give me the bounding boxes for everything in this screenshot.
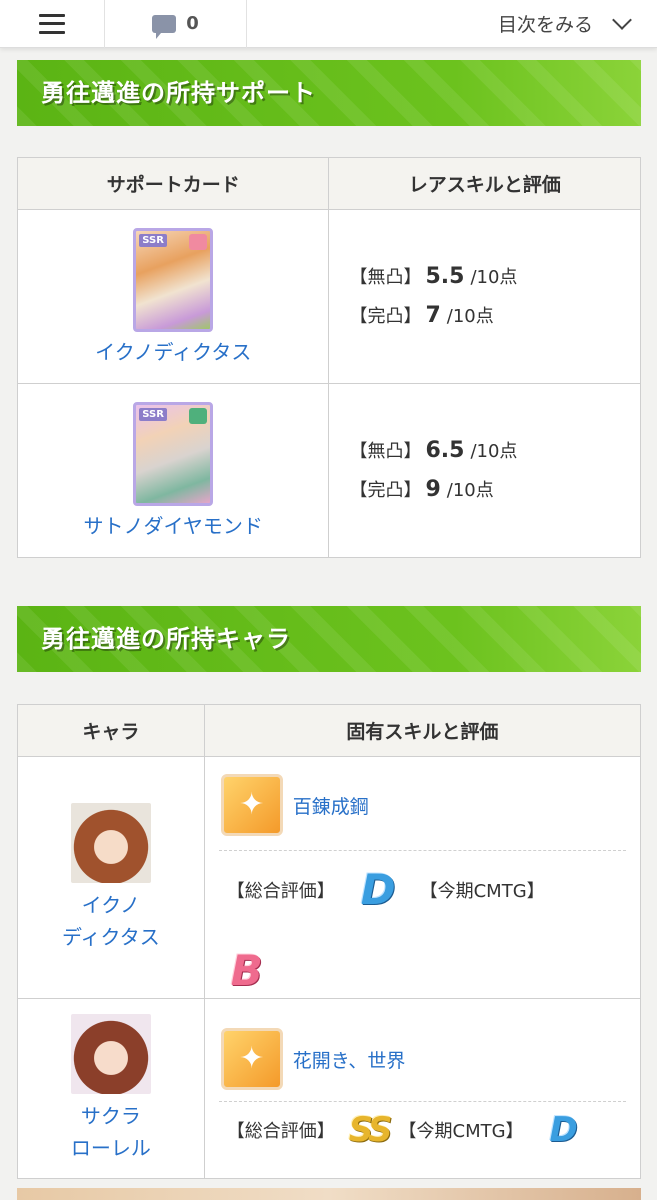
table-row: SSR イクノディクタス 【無凸】 5.5/10点 【完凸】 7/10点 <box>16 209 641 384</box>
rating-unit: /10点 <box>446 305 494 327</box>
rating-value: 7 <box>425 302 441 328</box>
chara-name-line2: ディクタス <box>61 924 160 949</box>
overall-label: 【総合評価】 <box>226 880 335 902</box>
chara-link[interactable]: サクラ ローレル <box>18 1100 204 1164</box>
chara-portrait[interactable] <box>70 1013 151 1094</box>
chara-cell: イクノ ディクタス <box>17 756 205 999</box>
support-rating-cell: 【無凸】 6.5/10点 【完凸】 9/10点 <box>328 383 641 558</box>
rating-label: 【無凸】 <box>349 440 422 462</box>
rating-unit: /10点 <box>470 266 518 288</box>
support-card-image[interactable]: SSR <box>133 228 214 332</box>
rating-label: 【完凸】 <box>349 479 422 501</box>
chevron-down-icon <box>612 9 632 30</box>
rating-line-maxed: 【完凸】 9/10点 <box>349 471 640 510</box>
support-rating-cell: 【無凸】 5.5/10点 【完凸】 7/10点 <box>328 209 641 384</box>
chara-cell: サクラ ローレル <box>17 998 205 1179</box>
comment-bubble-icon <box>152 14 177 39</box>
grade-b-badge: B <box>230 946 263 995</box>
skill-link[interactable]: 百錬成鋼 <box>293 792 369 819</box>
chara-header-name: キャラ <box>17 704 205 757</box>
evaluation-row: 【総合評価】 SS 【今期CMTG】 D <box>205 1102 640 1160</box>
toc-label: 目次をみる <box>497 14 593 36</box>
top-bar: 0 目次をみる <box>0 0 657 48</box>
rating-unit: /10点 <box>446 479 494 501</box>
skill-icon <box>220 774 283 836</box>
chara-name-line2: ローレル <box>70 1135 151 1160</box>
skill-cell: 百錬成鋼 【総合評価】 D 【今期CMTG】 B <box>203 756 642 999</box>
support-table: サポートカード レアスキルと評価 SSR イクノディクタス 【無凸】 5.5/10… <box>16 157 641 558</box>
rating-value: 6.5 <box>425 437 465 463</box>
grade-ss-badge: SS <box>348 1110 393 1150</box>
chara-header-skill: 固有スキルと評価 <box>203 704 642 757</box>
chara-section-banner: 勇往邁進の所持キャラ <box>17 606 641 672</box>
next-section-image-edge <box>17 1188 641 1200</box>
overall-label: 【総合評価】 <box>226 1121 335 1142</box>
rating-value: 9 <box>425 476 441 502</box>
support-card-cell: SSR イクノディクタス <box>16 209 330 384</box>
comments-button[interactable]: 0 <box>105 0 247 48</box>
chara-name-line1: イクノ <box>81 892 141 917</box>
comment-count: 0 <box>186 13 199 34</box>
skill-row: 百錬成鋼 <box>205 760 640 850</box>
rating-line-uncapped: 【無凸】 5.5/10点 <box>349 258 640 297</box>
ssr-badge: SSR <box>139 234 167 247</box>
table-row: イクノ ディクタス 百錬成鋼 【総合評価】 D 【今期CMTG】 B <box>17 756 642 999</box>
heart-type-icon <box>189 234 208 250</box>
chara-name-line1: サクラ <box>80 1103 141 1128</box>
grade-d-badge: D <box>549 1110 578 1150</box>
support-section-banner: 勇往邁進の所持サポート <box>17 60 641 126</box>
support-header-card: サポートカード <box>16 157 330 210</box>
cmtg-label: 【今期CMTG】 <box>398 1121 524 1142</box>
cap-type-icon <box>189 408 208 424</box>
rating-unit: /10点 <box>470 440 518 462</box>
rating-label: 【完凸】 <box>349 305 422 327</box>
skill-icon <box>220 1028 283 1090</box>
hamburger-icon <box>39 13 65 34</box>
grade-d-badge: D <box>360 865 396 914</box>
table-row: サクラ ローレル 花開き、世界 【総合評価】 SS 【今期CMTG】 D <box>17 998 642 1179</box>
table-of-contents-button[interactable]: 目次をみる <box>247 0 657 48</box>
skill-cell: 花開き、世界 【総合評価】 SS 【今期CMTG】 D <box>203 998 642 1179</box>
chara-link[interactable]: イクノ ディクタス <box>18 889 204 953</box>
chara-table: キャラ 固有スキルと評価 イクノ ディクタス 百錬成鋼 【総合評価】 D 【今期… <box>17 704 642 1179</box>
table-row: SSR サトノダイヤモンド 【無凸】 6.5/10点 【完凸】 9/10点 <box>16 383 641 558</box>
support-card-link[interactable]: サトノダイヤモンド <box>84 514 263 538</box>
cmtg-label: 【今期CMTG】 <box>419 880 545 902</box>
chara-section-title: 勇往邁進の所持キャラ <box>41 625 291 653</box>
menu-button[interactable] <box>0 0 105 48</box>
evaluation-row: 【総合評価】 D 【今期CMTG】 B <box>205 851 640 995</box>
rating-line-uncapped: 【無凸】 6.5/10点 <box>349 432 640 471</box>
rating-line-maxed: 【完凸】 7/10点 <box>349 297 640 336</box>
support-card-link[interactable]: イクノディクタス <box>95 340 251 364</box>
rating-label: 【無凸】 <box>349 266 422 288</box>
support-card-image[interactable]: SSR <box>133 402 214 506</box>
support-card-cell: SSR サトノダイヤモンド <box>16 383 330 558</box>
skill-row: 花開き、世界 <box>205 1017 640 1101</box>
rating-value: 5.5 <box>425 263 465 289</box>
support-header-skill: レアスキルと評価 <box>328 157 641 210</box>
support-section-title: 勇往邁進の所持サポート <box>41 79 316 107</box>
ssr-badge: SSR <box>139 408 167 421</box>
chara-portrait[interactable] <box>70 802 151 883</box>
skill-link[interactable]: 花開き、世界 <box>293 1046 406 1073</box>
